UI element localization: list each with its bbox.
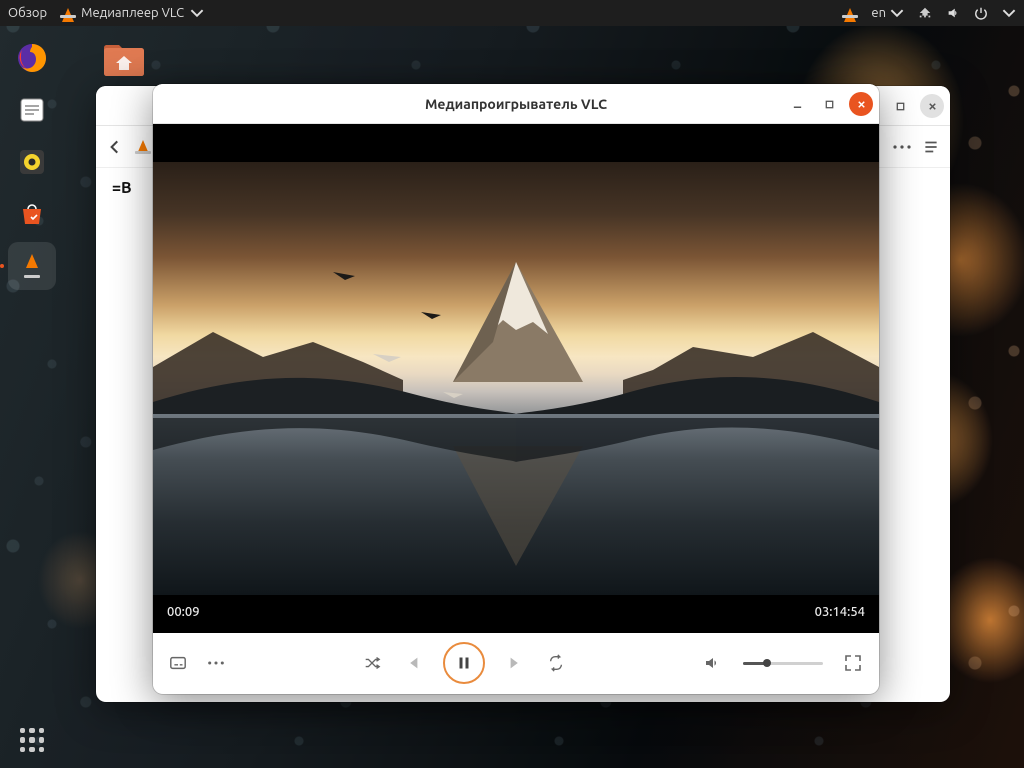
close-icon (927, 101, 938, 112)
activities-button[interactable]: Обзор (8, 6, 47, 20)
shuffle-icon (363, 654, 381, 672)
dock-vlc[interactable] (8, 242, 56, 290)
loop-button[interactable] (547, 654, 565, 672)
time-total: 03:14:54 (815, 605, 865, 619)
shuffle-button[interactable] (363, 654, 381, 672)
app-menu-label: Медиаплеер VLC (81, 6, 184, 20)
fullscreen-icon (843, 653, 863, 673)
video-frame[interactable]: 00:09 03:14:54 (153, 124, 879, 633)
chevron-down-icon (190, 6, 204, 20)
pause-icon (457, 656, 471, 670)
vlc-titlebar[interactable]: Медиапроигрыватель VLC (153, 84, 879, 124)
vlc-maximize-button[interactable] (817, 92, 841, 116)
minimize-icon (792, 99, 803, 110)
subtitle-track-button[interactable] (169, 654, 187, 672)
folder-home-icon (100, 36, 148, 80)
skip-previous-icon (403, 654, 421, 672)
chevron-down-icon[interactable] (1002, 6, 1016, 20)
vlc-cone-icon (134, 138, 152, 156)
fullscreen-button[interactable] (843, 653, 863, 673)
back-arrow-icon[interactable] (106, 138, 124, 156)
time-elapsed: 00:09 (167, 605, 200, 619)
movie-scene (153, 162, 879, 595)
next-button[interactable] (507, 654, 525, 672)
home-folder-desktop-icon[interactable] (100, 36, 148, 80)
power-icon[interactable] (974, 6, 988, 20)
network-icon[interactable] (918, 6, 932, 20)
volume-icon[interactable] (946, 6, 960, 20)
shopping-bag-icon (17, 199, 47, 229)
skip-next-icon (507, 654, 525, 672)
vlc-cone-icon (18, 252, 46, 280)
app-menu[interactable]: Медиаплеер VLC (55, 6, 210, 20)
vlc-close-button[interactable] (849, 92, 873, 116)
show-applications-button[interactable] (14, 722, 50, 758)
text-editor-icon (17, 95, 47, 125)
vlc-tray-icon[interactable] (843, 6, 857, 20)
chevron-down-icon (890, 6, 904, 20)
previous-button[interactable] (403, 654, 421, 672)
kebab-horizontal-icon[interactable] (892, 140, 912, 154)
maximize-icon (895, 101, 906, 112)
dock-firefox[interactable] (8, 34, 56, 82)
editor-text-fragment: =В (112, 179, 132, 197)
dock (0, 26, 64, 768)
bg-close-button[interactable] (920, 94, 944, 118)
dock-rhythmbox[interactable] (8, 138, 56, 186)
more-options-button[interactable] (207, 654, 225, 672)
maximize-icon (824, 99, 835, 110)
bookmark-list-icon[interactable] (922, 138, 940, 156)
dock-text-editor[interactable] (8, 86, 56, 134)
loop-icon (547, 654, 565, 672)
vlc-window: Медиапроигрыватель VLC (153, 84, 879, 694)
volume-button[interactable] (703, 653, 723, 673)
dock-software[interactable] (8, 190, 56, 238)
volume-icon (703, 653, 723, 673)
vlc-window-title: Медиапроигрыватель VLC (425, 96, 607, 112)
speaker-icon (17, 147, 47, 177)
play-pause-button[interactable] (443, 642, 485, 684)
vlc-controls (153, 633, 879, 693)
gnome-topbar: Обзор Медиаплеер VLC en (0, 0, 1024, 26)
close-icon (856, 99, 867, 110)
bg-maximize-button[interactable] (888, 94, 912, 118)
keyboard-lang-indicator[interactable]: en (871, 6, 904, 20)
lang-label: en (871, 6, 886, 20)
firefox-icon (15, 41, 49, 75)
volume-slider[interactable] (743, 662, 823, 665)
vlc-minimize-button[interactable] (785, 92, 809, 116)
volume-knob[interactable] (763, 659, 771, 667)
vlc-cone-icon (61, 6, 75, 20)
